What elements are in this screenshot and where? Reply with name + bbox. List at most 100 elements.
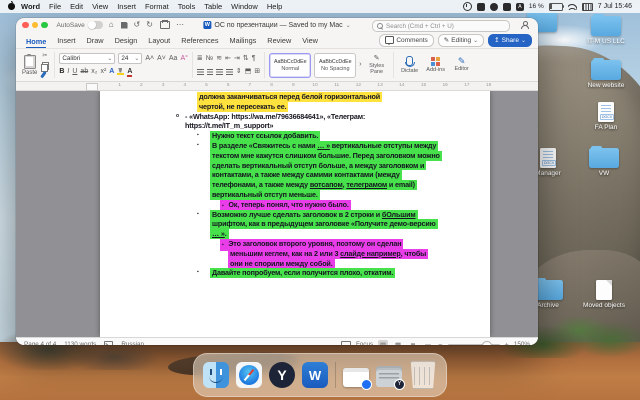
clock-icon[interactable] <box>463 2 472 11</box>
menu-view[interactable]: View <box>92 2 108 11</box>
print-icon[interactable] <box>160 21 170 29</box>
downloads-stack-icon[interactable]: Y <box>376 370 402 387</box>
shading-icon[interactable]: ⬒ <box>245 68 252 76</box>
zoom-button[interactable] <box>41 22 48 29</box>
line-spacing-icon[interactable]: ⇕ <box>236 68 242 76</box>
page[interactable]: должна заканчиваться перед белой горизон… <box>100 91 490 337</box>
shrink-font-icon[interactable]: A˅ <box>157 55 166 63</box>
redo-icon[interactable]: ↻ <box>146 21 153 29</box>
minimize-button[interactable] <box>32 22 39 29</box>
zoom-level[interactable]: 150% <box>514 341 530 345</box>
paste-button[interactable]: Paste <box>20 50 39 80</box>
cut-icon[interactable]: ✂ <box>42 52 49 60</box>
finder-icon[interactable] <box>203 362 229 388</box>
home-icon[interactable]: ⌂ <box>109 21 114 29</box>
styles-pane-button[interactable]: ✎ Styles Pane <box>365 55 389 75</box>
tab-draw[interactable]: Draw <box>87 36 104 48</box>
undo-icon[interactable]: ↺ <box>134 21 141 29</box>
change-case-icon[interactable]: Aa <box>169 55 178 63</box>
status-app-icon-1[interactable] <box>477 3 485 11</box>
menu-edit[interactable]: Edit <box>70 2 83 11</box>
word-app-icon[interactable]: W <box>302 362 328 388</box>
more-toolbar-icon[interactable]: ⋯ <box>176 21 184 29</box>
superscript-button[interactable]: x² <box>100 68 106 76</box>
ruler[interactable]: 123456789101112131415161718 <box>16 82 538 91</box>
battery-icon[interactable] <box>549 3 563 11</box>
desktop-icon-new-website[interactable]: New website <box>580 60 632 89</box>
editing-mode-button[interactable]: ✎ Editing ⌄ <box>438 34 484 47</box>
outdent-icon[interactable]: ⇤ <box>225 55 231 63</box>
web-layout-view-button[interactable]: ▦ <box>393 340 403 346</box>
styles-overflow-icon[interactable]: › <box>359 61 361 69</box>
italic-button[interactable]: I <box>67 68 69 76</box>
title-chevron-icon[interactable]: ⌄ <box>346 22 351 29</box>
tab-mailings[interactable]: Mailings <box>230 36 257 48</box>
zoom-slider-knob[interactable] <box>482 341 492 346</box>
menu-insert[interactable]: Insert <box>117 2 136 11</box>
wifi-icon[interactable] <box>568 3 577 10</box>
zoom-out-button[interactable]: − <box>438 341 442 345</box>
outline-view-button[interactable]: ≣ <box>408 340 418 346</box>
zoom-slider[interactable] <box>448 344 500 346</box>
font-color-icon[interactable]: A <box>127 68 132 76</box>
show-marks-icon[interactable]: ¶ <box>252 55 256 63</box>
borders-icon[interactable]: ⊞ <box>254 68 260 76</box>
apple-menu-icon[interactable] <box>8 3 15 10</box>
align-left-icon[interactable] <box>197 69 204 75</box>
tab-home[interactable]: Home <box>26 37 46 49</box>
strikethrough-button[interactable]: ab <box>80 68 88 76</box>
menu-window[interactable]: Window <box>231 2 258 11</box>
autosave-toggle[interactable] <box>88 21 103 30</box>
print-layout-view-button[interactable]: ▤ <box>378 340 388 346</box>
status-app-icon-4[interactable]: A <box>516 3 524 11</box>
yandex-browser-icon[interactable]: Y <box>269 362 295 388</box>
align-right-icon[interactable] <box>216 69 223 75</box>
subscript-button[interactable]: x₂ <box>91 68 97 76</box>
style-normal[interactable]: AaBbCcDdEe Normal <box>269 53 311 78</box>
keyboard-icon[interactable] <box>582 3 593 11</box>
text-effects-icon[interactable]: A <box>109 68 114 76</box>
desktop-icon-fa-plan[interactable]: FA Plan <box>580 102 632 131</box>
tab-design[interactable]: Design <box>115 36 138 48</box>
desktop-icon-moved-objects[interactable]: Moved objects <box>578 280 630 309</box>
menu-table[interactable]: Table <box>204 2 222 11</box>
tab-review[interactable]: Review <box>267 36 291 48</box>
style-no-spacing[interactable]: AaBbCcDdEe No Spacing <box>314 53 356 78</box>
font-size-select[interactable]: 24⌄ <box>118 53 142 64</box>
font-name-select[interactable]: Calibri⌄ <box>59 53 115 64</box>
menu-word[interactable]: Word <box>21 2 40 11</box>
tab-insert[interactable]: Insert <box>57 36 75 48</box>
tab-references[interactable]: References <box>181 36 218 48</box>
tab-selector-icon[interactable] <box>86 83 98 91</box>
grow-font-icon[interactable]: A˄ <box>145 55 154 63</box>
copy-icon[interactable] <box>42 62 49 70</box>
sort-icon[interactable]: ⇅ <box>243 55 249 63</box>
menu-help[interactable]: Help <box>267 2 282 11</box>
zoom-in-button[interactable]: + <box>505 341 509 345</box>
addins-button[interactable]: Add-ins <box>424 50 448 80</box>
desktop-icon-it-m-us-llc[interactable]: IT-M US LLC <box>580 16 632 45</box>
desktop-icon-vw[interactable]: VW <box>578 148 630 177</box>
clear-format-icon[interactable]: A° <box>180 55 187 63</box>
tab-layout[interactable]: Layout <box>148 36 170 48</box>
numbered-list-icon[interactable]: № <box>206 55 214 63</box>
search-input[interactable]: Search (Cmd + Ctrl + U) <box>372 20 510 32</box>
trash-icon[interactable] <box>409 361 437 389</box>
menu-file[interactable]: File <box>49 2 61 11</box>
underline-button[interactable]: U <box>72 68 77 76</box>
close-button[interactable] <box>22 22 29 29</box>
align-justify-icon[interactable] <box>226 69 233 75</box>
multilevel-list-icon[interactable]: ≋ <box>216 55 222 63</box>
menu-tools[interactable]: Tools <box>178 2 196 11</box>
page-indicator[interactable]: Page 4 of 4 <box>24 341 56 345</box>
indent-icon[interactable]: ⇥ <box>234 55 240 63</box>
highlight-color-icon[interactable] <box>117 68 124 75</box>
align-center-icon[interactable] <box>207 69 213 75</box>
share-user-icon[interactable] <box>520 21 528 29</box>
menu-format[interactable]: Format <box>145 2 169 11</box>
bullet-list-icon[interactable]: ≣ <box>197 55 203 63</box>
focus-button[interactable]: Focus <box>356 341 373 345</box>
save-icon[interactable] <box>121 22 128 29</box>
editor-button[interactable]: ✎ Editor <box>450 50 474 80</box>
word-count[interactable]: 1130 words <box>64 341 96 345</box>
